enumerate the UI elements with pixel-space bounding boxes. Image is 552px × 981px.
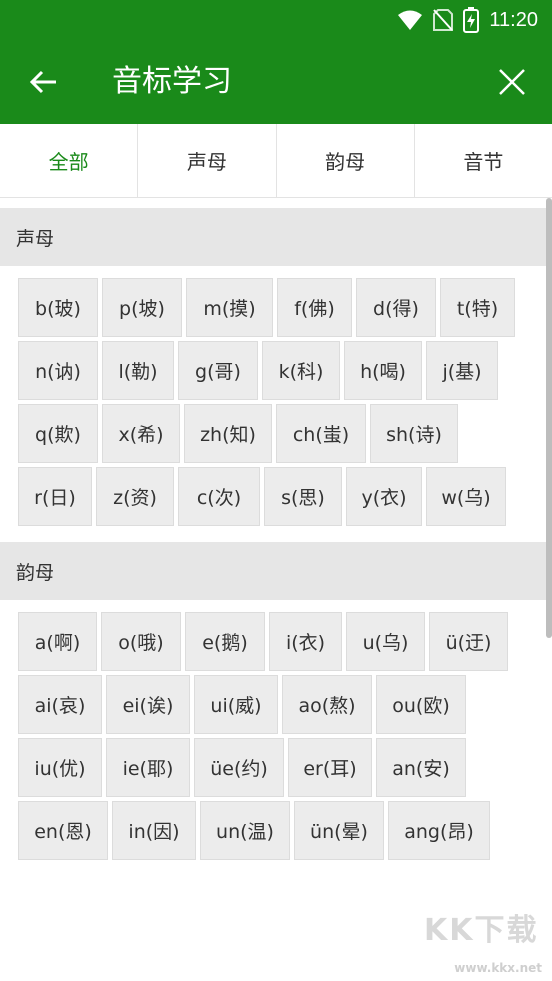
pinyin-item[interactable]: e(鹅) (185, 612, 265, 671)
wifi-icon (398, 10, 423, 30)
watermark-url: www.kkx.net (454, 961, 542, 975)
pinyin-item[interactable]: y(衣) (346, 467, 422, 526)
pinyin-item[interactable]: ei(诶) (106, 675, 190, 734)
tab-all[interactable]: 全部 (0, 124, 139, 197)
pinyin-item[interactable]: b(玻) (18, 278, 98, 337)
section-header-finals: 韵母 (0, 542, 552, 600)
pinyin-item[interactable]: k(科) (262, 341, 340, 400)
watermark: KK下载 www.kkx.net (424, 905, 544, 975)
pinyin-item[interactable]: t(特) (440, 278, 515, 337)
pinyin-item[interactable]: m(摸) (186, 278, 273, 337)
pinyin-item[interactable]: en(恩) (18, 801, 108, 860)
pinyin-item[interactable]: ao(熬) (282, 675, 372, 734)
app-bar: 音标学习 (0, 40, 552, 124)
pinyin-item[interactable]: a(啊) (18, 612, 97, 671)
pinyin-item[interactable]: ui(威) (194, 675, 278, 734)
pinyin-item[interactable]: sh(诗) (370, 404, 458, 463)
pinyin-item[interactable]: j(基) (426, 341, 498, 400)
tab-initials[interactable]: 声母 (138, 124, 277, 197)
pinyin-item[interactable]: ai(哀) (18, 675, 102, 734)
status-icons: 11:20 (397, 6, 538, 34)
pinyin-item[interactable]: ch(蚩) (276, 404, 366, 463)
page-title: 音标学习 (112, 64, 232, 99)
pinyin-item[interactable]: p(坡) (102, 278, 182, 337)
pinyin-item[interactable]: ü(迂) (429, 612, 508, 671)
pinyin-item[interactable]: ie(耶) (106, 738, 190, 797)
pinyin-item[interactable]: o(哦) (101, 612, 181, 671)
pinyin-item[interactable]: zh(知) (184, 404, 272, 463)
pinyin-item[interactable]: c(次) (178, 467, 260, 526)
section-header-initials: 声母 (0, 208, 552, 266)
pinyin-item[interactable]: x(希) (102, 404, 180, 463)
pinyin-item[interactable]: l(勒) (102, 341, 174, 400)
pinyin-item[interactable]: q(欺) (18, 404, 98, 463)
finals-grid: a(啊) o(哦) e(鹅) i(衣) u(乌) ü(迂) ai(哀) ei(诶… (0, 600, 552, 876)
pinyin-item[interactable]: d(得) (356, 278, 436, 337)
initials-grid: b(玻) p(坡) m(摸) f(佛) d(得) t(特) n(讷) l(勒) … (0, 266, 552, 542)
pinyin-item[interactable]: f(佛) (277, 278, 352, 337)
pinyin-item[interactable]: n(讷) (18, 341, 98, 400)
status-time: 11:20 (489, 8, 538, 31)
status-bar: 11:20 (0, 0, 552, 40)
pinyin-item[interactable]: ou(欧) (376, 675, 466, 734)
pinyin-item[interactable]: s(思) (264, 467, 342, 526)
battery-charging-icon (463, 7, 480, 33)
tab-bar: 全部 声母 韵母 音节 (0, 124, 552, 198)
pinyin-item[interactable]: h(喝) (344, 341, 422, 400)
close-icon[interactable] (492, 62, 532, 102)
no-sim-icon (433, 9, 454, 31)
pinyin-item[interactable]: u(乌) (346, 612, 425, 671)
pinyin-item[interactable]: ün(晕) (294, 801, 384, 860)
pinyin-item[interactable]: g(哥) (178, 341, 258, 400)
pinyin-item[interactable]: w(乌) (426, 467, 506, 526)
scrollbar[interactable] (546, 198, 552, 638)
pinyin-item[interactable]: r(日) (18, 467, 92, 526)
tab-finals[interactable]: 韵母 (277, 124, 415, 197)
watermark-logo: KK下载 (424, 913, 539, 948)
pinyin-item[interactable]: z(资) (96, 467, 174, 526)
tab-syllables[interactable]: 音节 (415, 124, 552, 197)
pinyin-item[interactable]: iu(优) (18, 738, 102, 797)
pinyin-item[interactable]: üe(约) (194, 738, 284, 797)
pinyin-item[interactable]: in(因) (112, 801, 196, 860)
content-list[interactable]: 声母 b(玻) p(坡) m(摸) f(佛) d(得) t(特) n(讷) l(… (0, 198, 552, 898)
arrow-left-icon[interactable] (24, 62, 64, 102)
pinyin-item[interactable]: i(衣) (269, 612, 342, 671)
pinyin-item[interactable]: un(温) (200, 801, 290, 860)
pinyin-item[interactable]: an(安) (376, 738, 466, 797)
pinyin-item[interactable]: ang(昂) (388, 801, 490, 860)
pinyin-item[interactable]: er(耳) (288, 738, 372, 797)
